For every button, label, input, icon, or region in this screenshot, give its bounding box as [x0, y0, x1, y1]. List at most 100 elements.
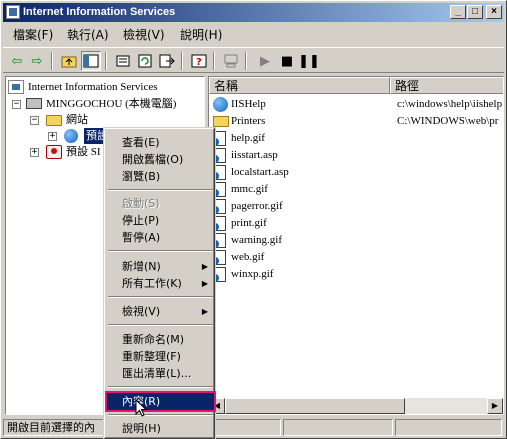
toolbar-separator: [181, 52, 183, 70]
title-bar[interactable]: Internet Information Services _ □ ×: [3, 3, 504, 22]
list-item[interactable]: Printers C:\WINDOWS\web\pr: [211, 113, 503, 130]
export-list-icon[interactable]: [157, 51, 177, 71]
menu-item-label: 新增(N): [122, 260, 161, 273]
up-folder-glyph: [61, 56, 77, 68]
list-item-name: mmc.gif: [231, 183, 268, 195]
list-item[interactable]: localstart.asp: [211, 164, 503, 181]
menu-item-open-view[interactable]: 查看(E): [107, 134, 214, 151]
scrollbar-thumb[interactable]: [225, 398, 405, 414]
menu-separator: [108, 324, 213, 326]
toolbar-separator: [105, 52, 107, 70]
tree-toggle-glyph: [83, 54, 99, 68]
menu-item-open-file[interactable]: 開啟舊檔(O): [107, 151, 214, 168]
menu-view[interactable]: 檢視(V): [121, 27, 167, 43]
pause-icon[interactable]: ❚❚: [298, 51, 320, 71]
toolbar-separator: [245, 52, 247, 70]
properties-icon[interactable]: [113, 51, 133, 71]
menu-help[interactable]: 說明(H): [178, 27, 224, 43]
list-item-name: web.gif: [231, 251, 265, 263]
collapse-icon[interactable]: −: [30, 116, 39, 125]
horizontal-scrollbar[interactable]: ◀ ▶: [209, 398, 503, 414]
expand-icon[interactable]: +: [30, 148, 39, 157]
computer-icon[interactable]: [221, 51, 241, 71]
submenu-arrow-icon: ▶: [201, 307, 208, 316]
window-title: Internet Information Services: [23, 6, 176, 18]
list-item[interactable]: warning.gif: [211, 232, 503, 249]
computer-node-icon: [26, 98, 42, 109]
context-menu: 查看(E) 開啟舊檔(O) 瀏覽(B) 啟動(S) 停止(P) 暫停(A) 新增…: [103, 127, 216, 439]
close-button[interactable]: ×: [486, 5, 502, 19]
list-item-name: help.gif: [231, 132, 265, 144]
properties-glyph: [116, 55, 130, 67]
details-list[interactable]: 名稱 路徑 IISHelp c:\windows\help\iishelp Pr…: [208, 76, 504, 415]
refresh-glyph: [138, 54, 152, 68]
globe-icon: [213, 97, 228, 112]
list-item[interactable]: mmc.gif: [211, 181, 503, 198]
menu-item-refresh[interactable]: 重新整理(F): [107, 348, 214, 365]
tree-item-label: 預設 SI: [66, 146, 101, 158]
list-item[interactable]: web.gif: [211, 249, 503, 266]
status-bar: 開啟目前選擇的內: [3, 417, 504, 437]
menu-action[interactable]: 執行(A): [65, 27, 111, 43]
list-item[interactable]: IISHelp c:\windows\help\iishelp: [211, 96, 503, 113]
tree-item-label: 網站: [66, 114, 88, 126]
menu-separator: [108, 250, 213, 252]
menu-item-export[interactable]: 匯出清單(L)...: [107, 365, 214, 382]
export-glyph: [159, 54, 175, 68]
column-header-path[interactable]: 路徑: [390, 77, 503, 94]
menu-separator: [108, 189, 213, 191]
menu-separator: [108, 414, 213, 416]
list-item[interactable]: help.gif: [211, 130, 503, 147]
list-item[interactable]: print.gif: [211, 215, 503, 232]
menu-item-all-tasks[interactable]: 所有工作(K) ▶: [107, 275, 214, 292]
column-header-name[interactable]: 名稱: [209, 77, 390, 94]
list-item-name: iisstart.asp: [231, 149, 278, 161]
list-item-path: C:\WINDOWS\web\pr: [397, 115, 499, 127]
scroll-right-icon[interactable]: ▶: [487, 398, 503, 414]
menu-item-help[interactable]: 說明(H): [107, 420, 214, 437]
menu-item-start[interactable]: 啟動(S): [107, 195, 214, 212]
list-item-name: print.gif: [231, 217, 267, 229]
forward-arrow-icon[interactable]: ⇨: [27, 51, 47, 71]
up-folder-icon[interactable]: [59, 51, 79, 71]
computer-glyph: [224, 54, 238, 68]
refresh-icon[interactable]: [135, 51, 155, 71]
website-globe-icon: [64, 129, 78, 143]
menu-item-stop[interactable]: 停止(P): [107, 212, 214, 229]
toolbar-separator: [213, 52, 215, 70]
smtp-server-icon: [46, 145, 62, 159]
help-icon[interactable]: ?: [189, 51, 209, 71]
play-icon[interactable]: ▶: [255, 51, 275, 71]
submenu-arrow-icon: ▶: [201, 279, 208, 288]
stop-icon[interactable]: ■: [277, 51, 297, 71]
menu-file[interactable]: 檔案(F): [11, 27, 55, 43]
iis-root-icon: [8, 80, 24, 94]
menu-item-rename[interactable]: 重新命名(M): [107, 331, 214, 348]
help-glyph: ?: [191, 54, 207, 68]
tree-item-label: Internet Information Services: [28, 81, 158, 93]
list-item-name: warning.gif: [231, 234, 283, 246]
menu-item-pause[interactable]: 暫停(A): [107, 229, 214, 246]
back-arrow-icon[interactable]: ⇦: [7, 51, 27, 71]
list-item[interactable]: pagerror.gif: [211, 198, 503, 215]
iis-app-icon[interactable]: [6, 5, 20, 19]
menu-separator: [108, 386, 213, 388]
mouse-pointer-icon: [135, 399, 148, 417]
list-item[interactable]: iisstart.asp: [211, 147, 503, 164]
minimize-button[interactable]: _: [450, 5, 466, 19]
collapse-icon[interactable]: −: [12, 100, 21, 109]
list-item[interactable]: winxp.gif: [211, 266, 503, 283]
maximize-button[interactable]: □: [467, 5, 483, 19]
status-panel: [395, 419, 502, 436]
menu-item-new[interactable]: 新增(N) ▶: [107, 258, 214, 275]
menu-item-properties[interactable]: 內容(R): [105, 391, 216, 412]
list-item-name: localstart.asp: [231, 166, 289, 178]
folder-icon: [46, 115, 62, 126]
show-hide-tree-icon[interactable]: [81, 51, 101, 71]
menu-item-browse[interactable]: 瀏覽(B): [107, 168, 214, 185]
tree-item-label: MINGGOCHOU (本機電腦): [46, 98, 177, 110]
menu-item-view[interactable]: 檢視(V) ▶: [107, 303, 214, 320]
expand-icon[interactable]: +: [48, 132, 57, 141]
toolbar: ⇦ ⇨ ? ▶ ■ ❚❚: [3, 47, 504, 73]
status-panel: [283, 419, 393, 436]
